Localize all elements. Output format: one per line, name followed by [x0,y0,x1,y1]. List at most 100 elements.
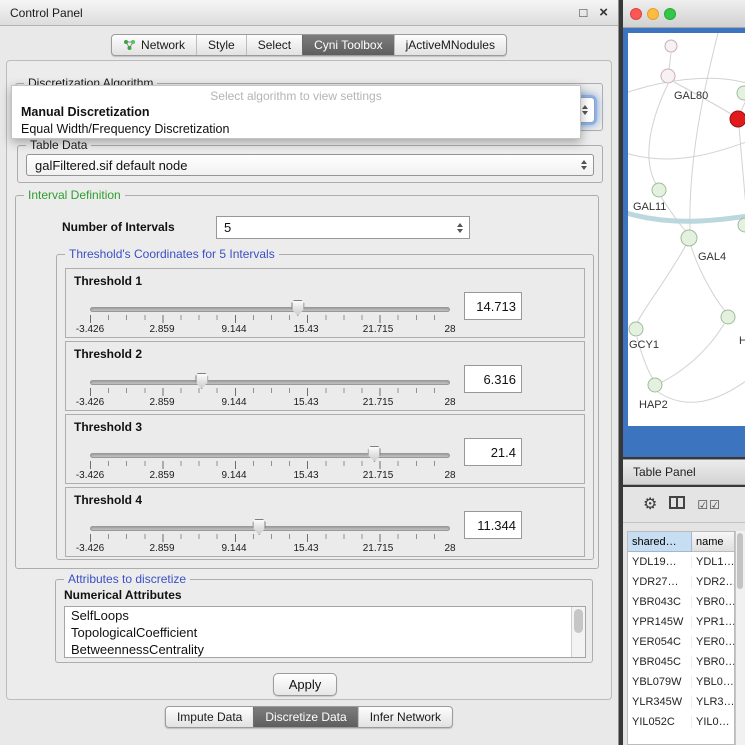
table-cell[interactable]: YIL0… [692,716,734,728]
threshold-4-slider-thumb[interactable] [253,519,266,535]
table-cell[interactable]: YLR3… [692,696,734,708]
table-row[interactable]: YDL19…YDL1… [628,552,734,572]
tab-jactivemnodules[interactable]: jActiveMNodules [394,35,506,55]
apply-button[interactable]: Apply [273,673,337,696]
threshold-2-slider[interactable]: -3.426 2.859 9.144 15.43 21.715 28 [90,366,450,410]
threshold-1-slider-thumb[interactable] [291,300,304,316]
table-row[interactable]: YIL052CYIL0… [628,712,734,732]
table-cell[interactable]: YDL19… [628,556,692,568]
network-node[interactable] [661,69,675,83]
thresholds-group-title: Threshold's Coordinates for 5 Intervals [65,247,279,261]
network-node[interactable] [681,230,697,246]
table-row[interactable]: YDR27…YDR2… [628,572,734,592]
threshold-4-value-field[interactable]: 11.344 [464,511,522,539]
table-row[interactable]: YER054CYER0… [628,632,734,652]
attributes-list-scrollbar[interactable] [571,607,585,657]
cyni-toolbox-panel: Discretization Algorithm Select algorith… [6,60,612,700]
network-node[interactable] [629,322,643,336]
minimize-traffic-light-icon[interactable] [647,8,659,20]
gear-icon[interactable]: ⚙ [643,497,657,513]
list-item[interactable]: SelfLoops [65,607,585,624]
popup-placeholder-item[interactable]: Select algorithm to view settings [12,86,580,103]
scale-label: 28 [444,470,455,481]
select-columns-icon[interactable]: ☑ ☑ [697,498,721,512]
spinner-arrows-icon[interactable] [457,223,469,233]
tab-cyni-toolbox[interactable]: Cyni Toolbox [302,35,393,55]
network-node[interactable] [737,86,745,100]
close-window-icon[interactable]: × [599,6,608,19]
popup-option-equal-width-frequency[interactable]: Equal Width/Frequency Discretization [12,120,580,137]
table-cell[interactable]: YBL0… [692,676,734,688]
selected-network-node[interactable] [730,111,745,127]
tab-style[interactable]: Style [196,35,246,55]
float-window-icon[interactable]: □ [579,6,587,19]
table-cell[interactable]: YDR27… [628,576,692,588]
numerical-attributes-list[interactable]: SelfLoops TopologicalCoefficient Between… [64,606,586,658]
table-row[interactable]: YBR043CYBR0… [628,592,734,612]
network-node[interactable] [652,183,666,197]
table-cell[interactable]: YER0… [692,636,734,648]
number-of-intervals-spinner[interactable]: 5 [216,216,470,239]
network-window-titlebar [623,0,745,28]
threshold-2-value-field[interactable]: 6.316 [464,365,522,393]
popup-option-manual-discretization[interactable]: Manual Discretization [12,103,580,120]
threshold-3-slider-track[interactable] [90,453,450,458]
network-canvas[interactable]: GAL80 GAL11 GAL4 GCY1 HAP2 H [628,33,745,426]
columns-icon[interactable] [669,496,685,514]
tab-discretize-data[interactable]: Discretize Data [253,707,357,727]
table-cell[interactable]: YER054C [628,636,692,648]
network-node[interactable] [721,310,735,324]
table-data-combobox[interactable]: galFiltered.sif default node [26,154,594,176]
table-cell[interactable]: YDL1… [692,556,734,568]
column-header-name[interactable]: name [692,532,734,552]
table-scrollbar-thumb[interactable] [737,533,743,589]
table-row[interactable]: YBL079WYBL0… [628,672,734,692]
table-cell[interactable]: YPR145W [628,616,692,628]
tab-infer-network[interactable]: Infer Network [358,707,452,727]
table-row[interactable]: YLR345WYLR3… [628,692,734,712]
node-label: H [739,335,745,347]
threshold-3-slider-thumb[interactable] [368,446,381,462]
threshold-3-value-field[interactable]: 21.4 [464,438,522,466]
close-traffic-light-icon[interactable] [630,8,642,20]
table-cell[interactable]: YBR043C [628,596,692,608]
tab-select[interactable]: Select [246,35,302,55]
network-node[interactable] [648,378,662,392]
threshold-4-slider-track[interactable] [90,526,450,531]
zoom-traffic-light-icon[interactable] [664,8,676,20]
tab-network[interactable]: Network [112,35,196,55]
table-cell[interactable]: YBR045C [628,656,692,668]
list-item[interactable]: BetweennessCentrality [65,641,585,658]
tab-style-label: Style [208,38,235,52]
right-panel: GAL80 GAL11 GAL4 GCY1 HAP2 H Table Panel… [623,0,745,745]
tab-impute-data[interactable]: Impute Data [166,707,253,727]
table-cell[interactable]: YIL052C [628,716,692,728]
threshold-3-slider[interactable]: -3.426 2.859 9.144 15.43 21.715 28 [90,439,450,483]
threshold-2-slider-thumb[interactable] [195,373,208,389]
network-node[interactable] [665,40,677,52]
list-item[interactable]: TopologicalCoefficient [65,624,585,641]
scale-label: 9.144 [221,324,246,335]
network-node[interactable] [738,218,745,232]
tab-discretize-data-label: Discretize Data [265,710,346,724]
column-header-shared-name[interactable]: shared… [628,532,692,552]
table-scrollbar[interactable] [735,531,745,745]
table-cell[interactable]: YBR0… [692,656,734,668]
table-cell[interactable]: YPR1… [692,616,734,628]
table-cell[interactable]: YBR0… [692,596,734,608]
scale-label: 9.144 [221,543,246,554]
threshold-1-slider[interactable]: -3.426 2.859 9.144 15.43 21.715 28 [90,293,450,337]
attributes-list-scrollbar-thumb[interactable] [574,609,583,633]
table-cell[interactable]: YDR2… [692,576,734,588]
thresholds-coordinates-group: Threshold's Coordinates for 5 Intervals … [56,254,594,560]
table-cell[interactable]: YBL079W [628,676,692,688]
threshold-1-slider-track[interactable] [90,307,450,312]
scale-label: 15.43 [293,397,318,408]
threshold-4-slider[interactable]: -3.426 2.859 9.144 15.43 21.715 28 [90,512,450,556]
numerical-attributes-label: Numerical Attributes [64,588,182,602]
table-row[interactable]: YPR145WYPR1… [628,612,734,632]
table-row[interactable]: YBR045CYBR0… [628,652,734,672]
threshold-1-value-field[interactable]: 14.713 [464,292,522,320]
threshold-2-slider-track[interactable] [90,380,450,385]
table-cell[interactable]: YLR345W [628,696,692,708]
